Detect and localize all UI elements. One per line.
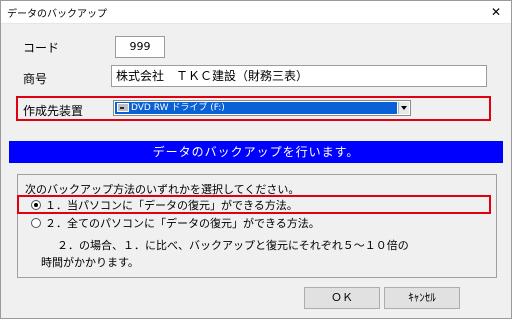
note-line-2: 時間がかかります。	[41, 256, 139, 269]
company-label: 商号	[23, 72, 48, 86]
close-icon[interactable]: ✕	[481, 1, 511, 23]
drive-icon	[117, 103, 129, 112]
chevron-down-icon[interactable]	[398, 102, 409, 114]
radio-dot	[34, 203, 38, 207]
cancel-button[interactable]: ｷｬﾝｾﾙ	[384, 287, 460, 309]
info-banner: データのバックアップを行います。	[9, 141, 503, 163]
code-label: コード	[23, 41, 60, 55]
code-field[interactable]: 999	[115, 36, 165, 58]
ok-button[interactable]: ＯＫ	[304, 287, 380, 309]
device-select-value: DVD RW ドライブ (F:)	[115, 102, 397, 114]
device-select[interactable]: DVD RW ドライブ (F:)	[113, 100, 411, 116]
device-label: 作成先装置	[23, 104, 84, 118]
device-select-text: DVD RW ドライブ (F:)	[131, 103, 225, 113]
note-line-1: ２．の場合、１．に比べ、バックアップと復元にそれぞれ５～１０倍の	[57, 239, 409, 252]
backup-dialog: データのバックアップ ✕ コード 999 商号 株式会社 ＴＫＣ建設（財務三表）…	[0, 0, 512, 319]
title-bar: データのバックアップ ✕	[1, 1, 511, 24]
option-1-label[interactable]: １．当パソコンに「データの復元」ができる方法。	[45, 197, 298, 213]
window-title: データのバックアップ	[7, 9, 107, 20]
option-2-radio[interactable]	[31, 218, 41, 228]
company-field[interactable]: 株式会社 ＴＫＣ建設（財務三表）	[111, 65, 487, 87]
option-2-label[interactable]: ２．全てのパソコンに「データの復元」ができる方法。	[45, 215, 320, 231]
option-1-radio[interactable]	[31, 200, 41, 210]
